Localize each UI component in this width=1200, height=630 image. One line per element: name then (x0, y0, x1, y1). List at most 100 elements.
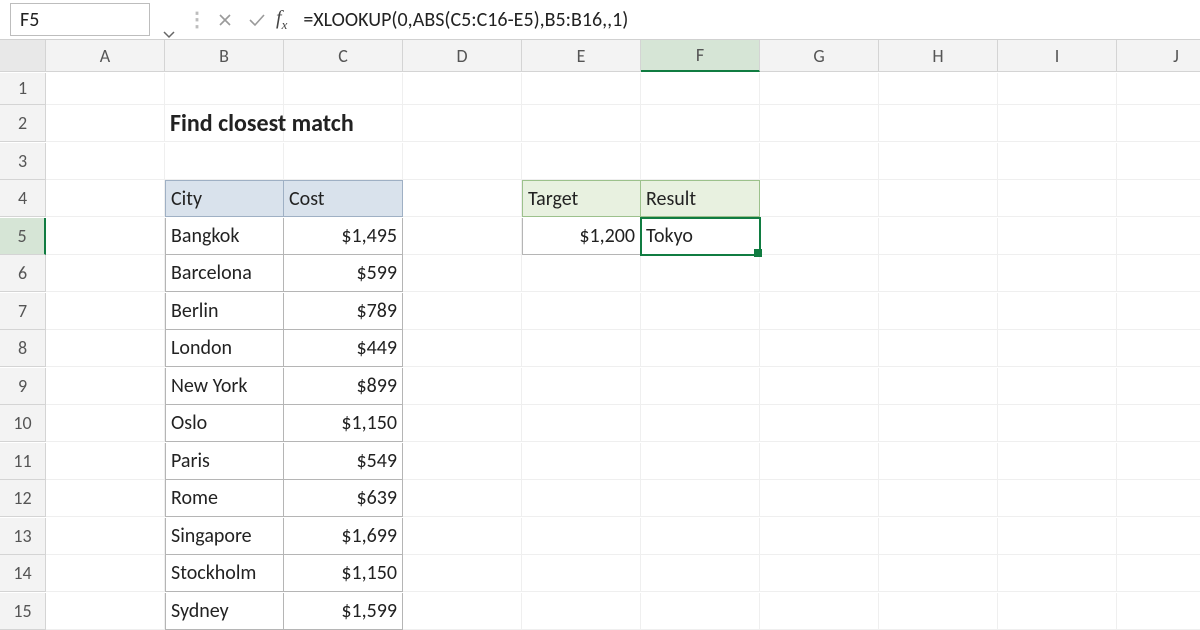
cell-D2[interactable] (403, 105, 522, 142)
cell-C1[interactable] (284, 73, 403, 105)
cell-B6[interactable]: Barcelona (165, 255, 284, 292)
cancel-button[interactable] (209, 0, 241, 39)
cell-C8[interactable]: $449 (284, 330, 403, 367)
cell-C7[interactable]: $789 (284, 293, 403, 330)
cell-B2[interactable]: Find closest match (165, 105, 284, 142)
cell-C6[interactable]: $599 (284, 255, 403, 292)
fill-handle[interactable] (754, 249, 762, 257)
cell-A7[interactable] (46, 293, 165, 330)
cell-I1[interactable] (998, 73, 1117, 105)
cell-B3[interactable] (165, 143, 284, 180)
cell-I8[interactable] (998, 330, 1117, 367)
cell-A13[interactable] (46, 518, 165, 555)
cell-G2[interactable] (760, 105, 879, 142)
row-header-8[interactable]: 8 (0, 330, 46, 367)
cell-J8[interactable] (1117, 330, 1200, 367)
cell-I3[interactable] (998, 143, 1117, 180)
row-header-7[interactable]: 7 (0, 293, 46, 330)
cell-G12[interactable] (760, 480, 879, 517)
cell-A12[interactable] (46, 480, 165, 517)
row-header-3[interactable]: 3 (0, 143, 46, 180)
cell-J2[interactable] (1117, 105, 1200, 142)
cell-D13[interactable] (403, 518, 522, 555)
cell-B10[interactable]: Oslo (165, 405, 284, 442)
cell-G8[interactable] (760, 330, 879, 367)
cell-E15[interactable] (522, 593, 641, 630)
row-header-13[interactable]: 13 (0, 518, 46, 555)
cell-J6[interactable] (1117, 255, 1200, 292)
cell-I4[interactable] (998, 180, 1117, 217)
cell-D11[interactable] (403, 443, 522, 480)
cell-F13[interactable] (641, 518, 760, 555)
cell-F9[interactable] (641, 368, 760, 405)
cell-G14[interactable] (760, 555, 879, 592)
cell-I11[interactable] (998, 443, 1117, 480)
cell-A15[interactable] (46, 593, 165, 630)
row-header-1[interactable]: 1 (0, 73, 46, 105)
cell-E11[interactable] (522, 443, 641, 480)
column-header-B[interactable]: B (165, 40, 284, 72)
cell-A6[interactable] (46, 255, 165, 292)
cell-C11[interactable]: $549 (284, 443, 403, 480)
column-header-I[interactable]: I (998, 40, 1117, 72)
cell-I15[interactable] (998, 593, 1117, 630)
row-header-9[interactable]: 9 (0, 368, 46, 405)
cell-C13[interactable]: $1,699 (284, 518, 403, 555)
cell-G5[interactable] (760, 218, 879, 255)
cell-G9[interactable] (760, 368, 879, 405)
cell-J1[interactable] (1117, 73, 1200, 105)
cell-I5[interactable] (998, 218, 1117, 255)
cell-J13[interactable] (1117, 518, 1200, 555)
cell-D14[interactable] (403, 555, 522, 592)
cell-B5[interactable]: Bangkok (165, 218, 284, 255)
cell-G13[interactable] (760, 518, 879, 555)
cell-J14[interactable] (1117, 555, 1200, 592)
cell-B11[interactable]: Paris (165, 443, 284, 480)
cell-H10[interactable] (879, 405, 998, 442)
cell-I7[interactable] (998, 293, 1117, 330)
cell-J11[interactable] (1117, 443, 1200, 480)
cell-J15[interactable] (1117, 593, 1200, 630)
cell-H5[interactable] (879, 218, 998, 255)
cell-H2[interactable] (879, 105, 998, 142)
cell-B7[interactable]: Berlin (165, 293, 284, 330)
column-header-F[interactable]: F (641, 40, 760, 72)
column-header-E[interactable]: E (522, 40, 641, 72)
cell-D8[interactable] (403, 330, 522, 367)
cell-H1[interactable] (879, 73, 998, 105)
cell-D10[interactable] (403, 405, 522, 442)
enter-button[interactable] (241, 0, 273, 39)
cell-B4[interactable]: City (165, 180, 284, 217)
cell-E4[interactable]: Target (522, 180, 641, 217)
cell-C3[interactable] (284, 143, 403, 180)
cell-E7[interactable] (522, 293, 641, 330)
column-header-A[interactable]: A (46, 40, 165, 72)
row-header-12[interactable]: 12 (0, 480, 46, 517)
cell-C9[interactable]: $899 (284, 368, 403, 405)
column-header-J[interactable]: J (1117, 40, 1200, 72)
cell-A8[interactable] (46, 330, 165, 367)
cell-F12[interactable] (641, 480, 760, 517)
cell-H4[interactable] (879, 180, 998, 217)
cell-J12[interactable] (1117, 480, 1200, 517)
row-header-4[interactable]: 4 (0, 180, 46, 217)
cell-I2[interactable] (998, 105, 1117, 142)
cell-F2[interactable] (641, 105, 760, 142)
name-box-dropdown[interactable] (153, 0, 185, 39)
cell-A14[interactable] (46, 555, 165, 592)
cell-F3[interactable] (641, 143, 760, 180)
cell-I13[interactable] (998, 518, 1117, 555)
cell-A4[interactable] (46, 180, 165, 217)
cell-G3[interactable] (760, 143, 879, 180)
cell-F5[interactable]: Tokyo (641, 218, 760, 255)
cell-C12[interactable]: $639 (284, 480, 403, 517)
cell-F10[interactable] (641, 405, 760, 442)
row-header-6[interactable]: 6 (0, 255, 46, 292)
cell-H9[interactable] (879, 368, 998, 405)
cell-H15[interactable] (879, 593, 998, 630)
cell-H8[interactable] (879, 330, 998, 367)
cell-F7[interactable] (641, 293, 760, 330)
cell-E9[interactable] (522, 368, 641, 405)
cell-C15[interactable]: $1,599 (284, 593, 403, 630)
cell-B1[interactable] (165, 73, 284, 105)
